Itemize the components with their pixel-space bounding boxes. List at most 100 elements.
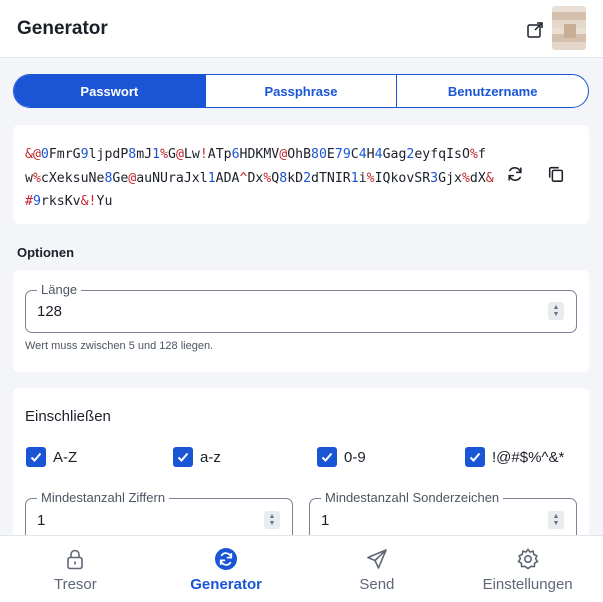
password-segment: 3 xyxy=(430,170,439,186)
password-segment: Gjx xyxy=(438,170,462,186)
password-segment: &! xyxy=(80,194,97,209)
password-segment: 2 xyxy=(303,170,312,186)
min-numbers-label: Mindestanzahl Ziffern xyxy=(37,490,170,506)
password-segment: Dx xyxy=(247,170,264,186)
password-segment: ATp xyxy=(207,147,232,162)
password-segment: 9 xyxy=(80,147,89,162)
generator-content: Passwort Passphrase Benutzername &@0FmrG… xyxy=(0,58,603,535)
password-segment: &@ xyxy=(25,147,41,162)
password-segment: 79 xyxy=(334,147,351,162)
avatar[interactable] xyxy=(552,6,586,50)
password-segment: Gag xyxy=(382,147,407,162)
password-segment: @ xyxy=(279,147,288,162)
min-special-label: Mindestanzahl Sonderzeichen xyxy=(321,490,504,506)
length-label: Länge xyxy=(37,282,82,298)
length-input[interactable]: 128 xyxy=(37,303,62,320)
checkmark-icon[interactable] xyxy=(465,447,485,467)
nav-item-vault[interactable]: Tresor xyxy=(0,536,151,602)
min-numbers-stepper[interactable]: ▲ ▼ xyxy=(264,511,280,529)
password-segment: E xyxy=(326,147,335,162)
options-label: Optionen xyxy=(17,245,75,260)
password-segment: ADA xyxy=(215,170,240,186)
password-segment: mJ xyxy=(136,147,153,162)
password-segment: auNUraJxl xyxy=(136,170,208,186)
nav-label-settings: Einstellungen xyxy=(482,576,573,593)
lock-icon xyxy=(67,549,84,570)
password-segment: 80 xyxy=(311,147,327,162)
password-segment: @ xyxy=(175,147,184,162)
password-segment: eyfqIsO xyxy=(414,147,470,162)
password-segment: H xyxy=(366,147,375,162)
send-icon xyxy=(367,549,387,569)
password-segment: 0 xyxy=(40,147,49,162)
length-hint: Wert muss zwischen 5 und 128 liegen. xyxy=(25,340,214,352)
options-card: Länge 128 ▲ ▼ Wert muss zwischen 5 und 12… xyxy=(13,270,589,372)
checkmark-icon[interactable] xyxy=(317,447,337,467)
password-segment: C xyxy=(350,147,359,162)
checkbox-numbers[interactable]: 0-9 xyxy=(317,447,366,467)
generator-type-tabs: Passwort Passphrase Benutzername xyxy=(13,74,589,108)
password-segment: 4 xyxy=(374,147,383,162)
password-segment: ljpdP xyxy=(88,147,129,162)
password-segment: Ge xyxy=(112,170,129,186)
min-special-input[interactable]: 1 xyxy=(321,512,329,529)
checkmark-icon[interactable] xyxy=(173,447,193,467)
length-stepper[interactable]: ▲ ▼ xyxy=(548,302,564,320)
tab-password[interactable]: Passwort xyxy=(14,75,205,107)
password-segment: 6 xyxy=(231,147,240,162)
gear-icon xyxy=(516,548,539,570)
page-title: Generator xyxy=(17,18,108,39)
min-special-stepper[interactable]: ▲ ▼ xyxy=(548,511,564,529)
tab-passphrase[interactable]: Passphrase xyxy=(204,75,397,107)
password-segment: 9 xyxy=(32,194,41,209)
generated-password-card: &@0FmrG9ljpdP8mJ1%G@Lw!ATp6HDKMV@OhB80E7… xyxy=(13,125,589,224)
checkbox-special-label: !@#$%^&* xyxy=(492,448,565,466)
checkbox-lowercase[interactable]: a-z xyxy=(173,447,221,467)
password-segment: 1 xyxy=(350,170,359,186)
password-segment: 1 xyxy=(207,170,216,186)
password-segment: dX xyxy=(469,170,486,186)
checkbox-numbers-label: 0-9 xyxy=(344,448,366,466)
popout-icon[interactable] xyxy=(526,21,544,39)
password-segment: cXeksuNe xyxy=(40,170,105,186)
password-segment: Yu xyxy=(96,194,113,209)
password-segment: 1 xyxy=(152,147,161,162)
generated-password: &@0FmrG9ljpdP8mJ1%G@Lw!ATp6HDKMV@OhB80E7… xyxy=(25,143,499,214)
nav-label-send: Send xyxy=(359,576,395,593)
min-numbers-field[interactable]: Mindestanzahl Ziffern 1 ▲ ▼ xyxy=(25,490,293,535)
password-segment: kD xyxy=(287,170,304,186)
password-segment: % xyxy=(160,147,169,162)
checkbox-uppercase-label: A-Z xyxy=(53,448,78,466)
password-segment: i xyxy=(358,170,367,186)
checkmark-icon[interactable] xyxy=(26,447,46,467)
include-title: Einschließen xyxy=(25,408,111,425)
nav-item-settings[interactable]: Einstellungen xyxy=(452,536,603,602)
min-special-field[interactable]: Mindestanzahl Sonderzeichen 1 ▲ ▼ xyxy=(309,490,577,535)
generator-icon xyxy=(215,548,238,570)
nav-label-vault: Tresor xyxy=(53,576,97,593)
refresh-icon[interactable] xyxy=(504,163,526,185)
length-field[interactable]: Länge 128 ▲ ▼ xyxy=(25,282,577,333)
password-segment: Lw xyxy=(183,147,200,162)
checkbox-uppercase[interactable]: A-Z xyxy=(26,447,77,467)
password-segment: IQkovSR xyxy=(374,170,431,186)
password-segment: % xyxy=(461,170,470,186)
min-numbers-input[interactable]: 1 xyxy=(37,512,45,529)
password-segment: % xyxy=(32,170,41,186)
password-segment: OhB xyxy=(287,147,312,162)
bottom-nav: Tresor Generator Send Einstellungen xyxy=(0,535,603,602)
password-segment: FmrG xyxy=(48,147,81,162)
header: Generator xyxy=(0,0,603,58)
copy-icon[interactable] xyxy=(545,163,567,185)
password-segment: HDKMV xyxy=(239,147,280,162)
password-segment: % xyxy=(366,170,375,186)
password-segment: ! xyxy=(199,147,208,162)
password-segment: rksKv xyxy=(40,194,81,209)
password-segment: dTNIR xyxy=(311,170,351,186)
password-segment: 8 xyxy=(279,170,288,186)
nav-item-send[interactable]: Send xyxy=(302,536,453,602)
tab-username[interactable]: Benutzername xyxy=(396,75,588,107)
checkbox-special[interactable]: !@#$%^&* xyxy=(465,447,564,467)
nav-item-generator[interactable]: Generator xyxy=(151,536,302,602)
checkbox-lowercase-label: a-z xyxy=(200,448,221,466)
